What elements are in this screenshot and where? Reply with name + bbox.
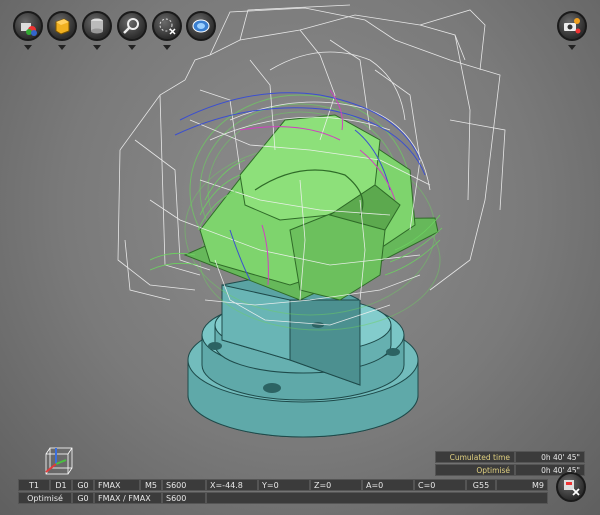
view-machine-button[interactable] — [13, 11, 43, 41]
status-z: Z=0 — [310, 479, 362, 491]
machining-scene[interactable] — [0, 0, 600, 515]
axis-triad — [45, 447, 73, 475]
exit-simulation-button[interactable] — [556, 472, 586, 502]
hide-toolpath-button[interactable] — [152, 11, 182, 41]
status-a: A=0 — [362, 479, 414, 491]
workpiece — [183, 114, 439, 301]
camera-settings-dropdown-arrow[interactable] — [568, 45, 576, 50]
status-speed: S600 — [162, 479, 206, 491]
camera-settings-button[interactable] — [557, 11, 587, 41]
view-machine-dropdown-arrow[interactable] — [24, 45, 32, 50]
status-optimised: Optimisé — [18, 492, 72, 504]
status-x: X=-44.8 — [206, 479, 258, 491]
status-tool: T1 — [18, 479, 50, 491]
status-y: Y=0 — [258, 479, 310, 491]
status-empty — [206, 492, 548, 504]
simulation-viewport[interactable]: Cumulated time 0h 40' 45" Optimisé 0h 40… — [0, 0, 600, 515]
zoom-tools-icon — [123, 18, 139, 34]
view-part-dropdown-arrow[interactable] — [93, 45, 101, 50]
view-part-icon — [91, 18, 103, 34]
view-stock-button[interactable] — [47, 11, 77, 41]
status-motion-2: G0 — [72, 492, 94, 504]
status-c: C=0 — [414, 479, 466, 491]
status-feed-2: FMAX / FMAX — [94, 492, 162, 504]
status-coolant: M9 — [496, 479, 548, 491]
view-machine-icon — [21, 23, 37, 36]
status-speed-2: S600 — [162, 492, 206, 504]
status-spindle-code: M5 — [140, 479, 162, 491]
camera-settings-icon — [564, 18, 581, 34]
view-stock-dropdown-arrow[interactable] — [58, 45, 66, 50]
optimised-time-label: Optimisé — [435, 464, 515, 476]
status-work-offset: G55 — [466, 479, 496, 491]
view-orientation-icon — [192, 19, 210, 33]
hide-toolpath-icon — [159, 18, 176, 35]
status-motion: G0 — [72, 479, 94, 491]
view-orientation-button[interactable] — [186, 11, 216, 41]
cumulated-time-value: 0h 40' 45" — [515, 451, 585, 463]
exit-simulation-icon — [564, 480, 580, 496]
status-feed: FMAX — [94, 479, 140, 491]
zoom-tools-button[interactable] — [117, 11, 147, 41]
hide-toolpath-dropdown-arrow[interactable] — [163, 45, 171, 50]
view-part-button[interactable] — [82, 11, 112, 41]
cumulated-time-label: Cumulated time — [435, 451, 515, 463]
view-stock-icon — [55, 18, 70, 35]
zoom-tools-dropdown-arrow[interactable] — [128, 45, 136, 50]
status-corrector: D1 — [50, 479, 72, 491]
